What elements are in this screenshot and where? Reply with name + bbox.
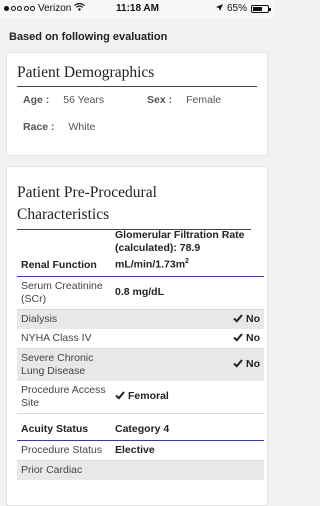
acuity-value: Category 4 bbox=[111, 413, 264, 441]
demographics-title: Patient Demographics bbox=[17, 64, 257, 87]
table-row: Dialysis No bbox=[17, 309, 264, 329]
battery-fill bbox=[253, 6, 263, 11]
pre-procedural-card: Patient Pre-Procedural Characteristics R… bbox=[6, 166, 268, 506]
acuity-label: Acuity Status bbox=[17, 413, 111, 441]
table-row: NYHA Class IV No bbox=[17, 328, 264, 349]
check-icon bbox=[233, 313, 243, 323]
nyha-value: No bbox=[246, 331, 260, 344]
check-icon bbox=[233, 332, 243, 342]
age-field: Age : 56 Years bbox=[23, 94, 104, 106]
prior-cardiac-value bbox=[111, 460, 264, 480]
table-row: Procedure Status Elective bbox=[17, 440, 264, 461]
lung-value-cell: No bbox=[111, 348, 264, 381]
prior-cardiac-label: Prior Cardiac bbox=[17, 460, 111, 480]
pre-procedural-table: Renal Function Glomerular Filtration Rat… bbox=[17, 227, 264, 480]
gfr-header-text: Glomerular Filtration Rate (calculated):… bbox=[115, 229, 245, 271]
sex-field: Sex : Female bbox=[147, 94, 221, 106]
access-label: Procedure Access Site bbox=[17, 380, 111, 414]
nyha-label: NYHA Class IV bbox=[17, 328, 111, 349]
race-field: Race : White bbox=[23, 121, 95, 133]
gfr-header-sup: 2 bbox=[185, 258, 189, 265]
check-icon bbox=[115, 390, 125, 400]
pre-procedural-title-line2: Characteristics bbox=[17, 206, 110, 223]
location-arrow-icon bbox=[215, 3, 223, 14]
status-bar: Verizon 11:18 AM 65% bbox=[0, 0, 275, 18]
acuity-header-row: Acuity Status Category 4 bbox=[17, 413, 264, 441]
table-row: Severe Chronic Lung Disease No bbox=[17, 348, 264, 381]
sex-value: Female bbox=[186, 94, 222, 106]
pre-procedural-title-line1: Patient Pre-Procedural bbox=[17, 184, 157, 201]
dialysis-value: No bbox=[246, 312, 260, 325]
check-icon bbox=[233, 358, 243, 368]
dialysis-value-cell: No bbox=[111, 309, 264, 329]
renal-function-header: Renal Function bbox=[17, 227, 111, 277]
dialysis-label: Dialysis bbox=[17, 309, 111, 329]
battery-percent: 65% bbox=[226, 3, 247, 14]
evaluation-heading: Based on following evaluation bbox=[9, 31, 168, 43]
race-value: White bbox=[68, 121, 96, 133]
procedure-status-value: Elective bbox=[111, 440, 264, 461]
age-label: Age : bbox=[23, 94, 50, 106]
lung-value: No bbox=[246, 358, 260, 370]
gfr-header: Glomerular Filtration Rate (calculated):… bbox=[111, 227, 264, 277]
access-value-cell: Femoral bbox=[111, 380, 264, 414]
sex-label: Sex : bbox=[147, 94, 173, 106]
race-label: Race : bbox=[23, 121, 55, 133]
pre-procedural-title: Patient Pre-Procedural Characteristics bbox=[17, 182, 251, 230]
scr-value: 0.8 mg/dL bbox=[111, 276, 264, 310]
access-value: Femoral bbox=[128, 390, 169, 402]
table-row: Serum Creatinine (SCr) 0.8 mg/dL bbox=[17, 276, 264, 310]
age-value: 56 Years bbox=[63, 94, 105, 106]
renal-function-header-row: Renal Function Glomerular Filtration Rat… bbox=[17, 227, 264, 277]
battery-icon bbox=[251, 4, 271, 13]
procedure-status-label: Procedure Status bbox=[17, 440, 111, 461]
nyha-value-cell: No bbox=[111, 328, 264, 349]
status-right: 65% bbox=[215, 3, 271, 14]
lung-label: Severe Chronic Lung Disease bbox=[17, 348, 111, 381]
patient-demographics-card: Patient Demographics Age : 56 Years Sex … bbox=[6, 52, 268, 156]
battery-cap bbox=[269, 7, 271, 11]
scr-label: Serum Creatinine (SCr) bbox=[17, 276, 111, 310]
table-row: Prior Cardiac bbox=[17, 460, 264, 480]
table-row: Procedure Access Site Femoral bbox=[17, 380, 264, 414]
